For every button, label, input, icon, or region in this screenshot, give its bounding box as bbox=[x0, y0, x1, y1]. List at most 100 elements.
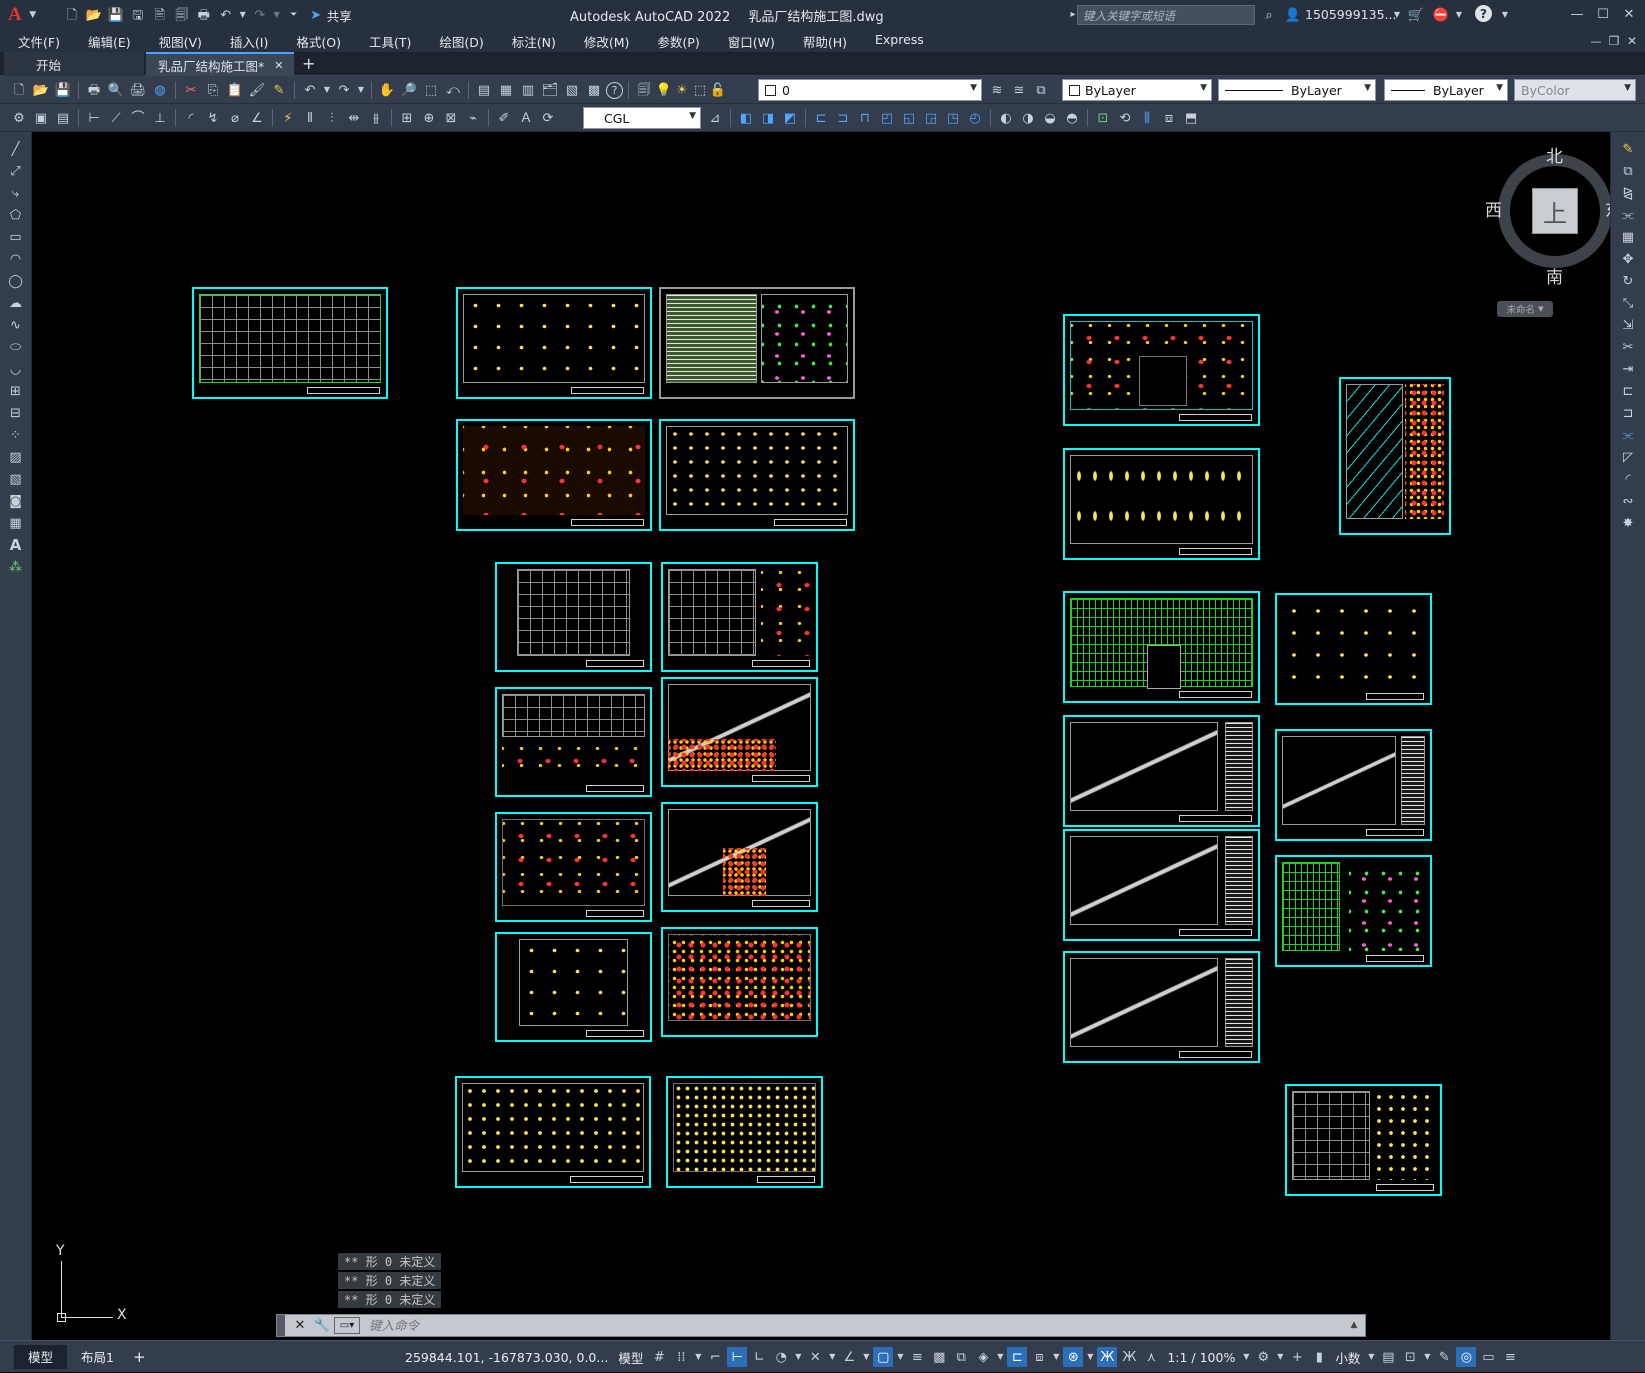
dimension-text-edit-icon[interactable]: Ａ bbox=[516, 108, 536, 128]
erase-icon[interactable]: ✎ bbox=[1617, 140, 1639, 159]
3d-snap-dropdown-icon[interactable]: ▼ bbox=[995, 1347, 1005, 1367]
workspace-switching-icon[interactable]: ⚙ bbox=[1253, 1347, 1273, 1367]
linetype-dropdown[interactable]: ByLayer ▼ bbox=[1218, 79, 1376, 101]
new-file-icon[interactable]: 🗋 bbox=[62, 5, 82, 25]
pan-icon[interactable]: ✋ bbox=[377, 80, 397, 100]
layer-previous-icon[interactable]: ≊ bbox=[1009, 80, 1029, 100]
open-folder-icon[interactable]: 📂 bbox=[84, 5, 104, 25]
break-at-point-icon[interactable]: ⊏ bbox=[1617, 382, 1639, 401]
visual-style-hidden-icon[interactable]: ◒ bbox=[1040, 108, 1060, 128]
dimension-update-icon[interactable]: ⟳ bbox=[538, 108, 558, 128]
help-icon[interactable]: ? bbox=[1475, 5, 1492, 22]
isometric-drafting-icon[interactable]: ✕ bbox=[805, 1347, 825, 1367]
save-icon[interactable]: 💾 bbox=[106, 5, 126, 25]
copy-object-icon[interactable]: ⧉ bbox=[1617, 162, 1639, 181]
selection-filtering-icon[interactable]: ⧈ bbox=[1029, 1347, 1049, 1367]
properties-icon[interactable]: ▤ bbox=[474, 80, 494, 100]
customization-icon[interactable]: ≡ bbox=[1500, 1347, 1520, 1367]
calculator-icon[interactable]: ▩ bbox=[584, 80, 604, 100]
jogged-dimension-icon[interactable]: ↯ bbox=[203, 108, 223, 128]
ucs-icon[interactable]: ⊏ bbox=[811, 108, 831, 128]
table-icon[interactable]: ▦ bbox=[5, 514, 27, 533]
dynamic-ucs-icon[interactable]: ⊏ bbox=[1007, 1347, 1028, 1367]
infer-constraints-icon[interactable]: ⌐ bbox=[705, 1347, 725, 1367]
sheet-set-icon[interactable]: 🗂 bbox=[540, 80, 560, 100]
quick-access-customize-icon[interactable]: ⏷ bbox=[284, 5, 304, 25]
menu-item[interactable]: Express bbox=[863, 32, 936, 51]
add-selected-icon[interactable]: ⁂ bbox=[5, 558, 27, 577]
color-dropdown[interactable]: ByLayer ▼ bbox=[1062, 79, 1212, 101]
user-account[interactable]: 1505999135... bbox=[1305, 7, 1396, 22]
array-icon[interactable]: ▦ bbox=[1617, 228, 1639, 247]
drawing-sheet[interactable] bbox=[456, 287, 652, 399]
tab-drawing[interactable]: 乳品厂结构施工图* ✕ bbox=[146, 52, 294, 76]
share-button[interactable]: 共享 bbox=[327, 6, 352, 25]
ucs-object-icon[interactable]: ◱ bbox=[899, 108, 919, 128]
close-button[interactable]: ✕ bbox=[1619, 4, 1639, 24]
object-snap-tracking-dropdown-icon[interactable]: ▼ bbox=[861, 1347, 871, 1367]
ellipse-icon[interactable]: ⬭ bbox=[5, 338, 27, 357]
menu-item[interactable]: 视图(V) bbox=[147, 32, 214, 51]
dimension-style-icon[interactable]: ⊿ bbox=[705, 108, 725, 128]
compass-west[interactable]: 西 bbox=[1485, 196, 1502, 221]
block-editor-icon[interactable]: ✎ bbox=[269, 80, 289, 100]
hatch-icon[interactable]: ▨ bbox=[5, 448, 27, 467]
hardware-acceleration-icon[interactable]: ◎ bbox=[1456, 1347, 1477, 1367]
dynamic-input-icon[interactable]: ⊢ bbox=[727, 1347, 748, 1367]
cut-icon[interactable]: ✂ bbox=[181, 80, 201, 100]
polar-tracking-icon[interactable]: ◔ bbox=[771, 1347, 791, 1367]
web-mobile-save-icon[interactable]: 🗐 bbox=[172, 5, 192, 25]
command-scroll-icon[interactable]: ▲ bbox=[1344, 1316, 1364, 1336]
dimension-break-icon[interactable]: ⫵ bbox=[366, 108, 386, 128]
plotstyle-dropdown[interactable]: ByColor ▼ bbox=[1514, 79, 1636, 101]
command-line[interactable]: ✕ 🔧 ▭▾ ▲ bbox=[276, 1314, 1366, 1337]
visual-style-2d-icon[interactable]: ◐ bbox=[996, 108, 1016, 128]
break-icon[interactable]: ⊐ bbox=[1617, 404, 1639, 423]
rectangle-icon[interactable]: ▭ bbox=[5, 228, 27, 247]
plot-icon[interactable]: 🖶 bbox=[194, 5, 214, 25]
copy-icon[interactable]: ⎘ bbox=[203, 80, 223, 100]
drawing-sheet[interactable] bbox=[659, 419, 855, 531]
ellipse-arc-icon[interactable]: ◡ bbox=[5, 360, 27, 379]
gradient-icon[interactable]: ▧ bbox=[5, 470, 27, 489]
drawing-sheet[interactable] bbox=[495, 932, 652, 1042]
mirror-icon[interactable]: ⧎ bbox=[1617, 184, 1639, 203]
workspace-icon[interactable]: ⚙ bbox=[9, 108, 29, 128]
extend-icon[interactable]: ⇥ bbox=[1617, 360, 1639, 379]
grid-icon[interactable]: # bbox=[649, 1347, 669, 1367]
orbit-icon[interactable]: ⟲ bbox=[1115, 108, 1135, 128]
scale-icon[interactable]: ⤡ bbox=[1617, 294, 1639, 313]
auto-scale-icon[interactable]: Ж bbox=[1119, 1347, 1139, 1367]
design-center-icon[interactable]: ▦ bbox=[496, 80, 516, 100]
move-icon[interactable]: ✥ bbox=[1617, 250, 1639, 269]
undo-icon[interactable]: ↶ bbox=[216, 5, 236, 25]
connect-dropdown-icon[interactable]: ▼ bbox=[1449, 5, 1469, 25]
revision-cloud-icon[interactable]: ☁ bbox=[5, 294, 27, 313]
ordinate-dimension-icon[interactable]: ⊥ bbox=[150, 108, 170, 128]
drawing-sheet[interactable] bbox=[661, 677, 818, 787]
menu-item[interactable]: 窗口(W) bbox=[716, 32, 787, 51]
jogged-linear-icon[interactable]: ⌁ bbox=[463, 108, 483, 128]
layer-lock-icon[interactable]: 🔓 bbox=[710, 80, 726, 100]
ucs-world-icon[interactable]: ⊐ bbox=[833, 108, 853, 128]
help-icon[interactable]: ? bbox=[606, 81, 623, 99]
chamfer-icon[interactable]: ◸ bbox=[1617, 448, 1639, 467]
drawing-sheet[interactable] bbox=[495, 562, 652, 672]
trim-icon[interactable]: ✂ bbox=[1617, 338, 1639, 357]
connect-icon[interactable]: ⛔ bbox=[1431, 5, 1451, 25]
menu-item[interactable]: 帮助(H) bbox=[791, 32, 859, 51]
ucs-previous-icon[interactable]: ⊓ bbox=[855, 108, 875, 128]
snap-icon[interactable]: ⁞⁞ bbox=[671, 1347, 691, 1367]
layer-viewport-icon[interactable]: ⬚ bbox=[692, 80, 708, 100]
menu-item[interactable]: 修改(M) bbox=[572, 32, 642, 51]
compass-north[interactable]: 北 bbox=[1546, 142, 1563, 167]
clean-screen-icon[interactable]: ▭ bbox=[1478, 1347, 1498, 1367]
recent-commands-icon[interactable]: ▭▾ bbox=[334, 1317, 360, 1334]
tool-palettes-icon[interactable]: ▥ bbox=[518, 80, 538, 100]
drawing-sheet[interactable] bbox=[495, 687, 652, 797]
spline-icon[interactable]: ∿ bbox=[5, 316, 27, 335]
drawing-sheet[interactable] bbox=[1063, 314, 1260, 426]
arc-length-icon[interactable]: ⌒ bbox=[128, 108, 148, 128]
units-dropdown-icon[interactable]: ▼ bbox=[1366, 1347, 1376, 1367]
multiline-text-icon[interactable]: A bbox=[5, 536, 27, 555]
